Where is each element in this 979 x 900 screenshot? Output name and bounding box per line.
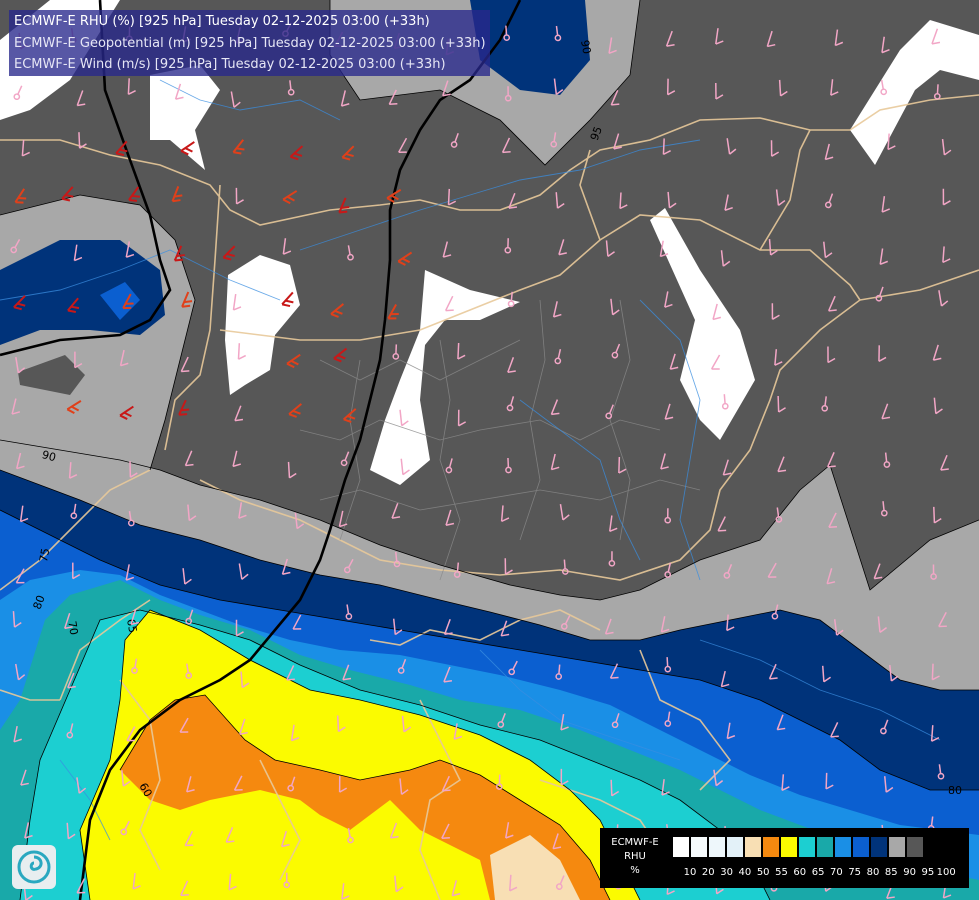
legend-color-scale xyxy=(672,836,924,858)
contour-label: 90 xyxy=(578,39,593,55)
legend-tick-label: 100 xyxy=(936,867,956,878)
ecmwf-logo-icon xyxy=(12,845,56,889)
legend-swatch xyxy=(708,836,726,858)
contour-label: 75 xyxy=(37,547,52,563)
title-rhu: ECMWF-E RHU (%) [925 hPa] Tuesday 02-12-… xyxy=(14,14,430,29)
legend-swatch xyxy=(672,836,690,858)
legend-swatch xyxy=(690,836,708,858)
legend-tick-labels: 10 20 30 40 50 55 60 65 70 75 80 85 90 95 100 xyxy=(672,867,968,879)
legend-swatch xyxy=(762,836,780,858)
legend-swatch xyxy=(834,836,852,858)
legend-swatch xyxy=(798,836,816,858)
legend-swatch xyxy=(780,836,798,858)
legend-swatch xyxy=(816,836,834,858)
legend-swatch xyxy=(870,836,888,858)
title-geopotential: ECMWF-E Geopotential (m) [925 hPa] Tuesd… xyxy=(14,35,486,51)
rhu-legend: ECMWF-E RHU % 10 20 30 40 50 55 60 65 70 75 80 85 90… xyxy=(600,828,969,888)
contour-label: 80 xyxy=(948,784,962,797)
legend-title: ECMWF-E RHU % xyxy=(600,836,670,878)
legend-title-line: ECMWF-E xyxy=(611,837,659,848)
legend-swatch xyxy=(726,836,744,858)
legend-swatch xyxy=(744,836,762,858)
legend-swatch xyxy=(888,836,906,858)
legend-swatch xyxy=(906,836,924,858)
map-title-panel: ECMWF-E RHU (%) [925 hPa] Tuesday 02-12-… xyxy=(9,10,490,76)
legend-title-line: % xyxy=(630,865,640,876)
title-wind: ECMWF-E Wind (m/s) [925 hPa] Tuesday 02-… xyxy=(14,57,446,72)
legend-swatch xyxy=(852,836,870,858)
legend-title-line: RHU xyxy=(624,851,646,862)
map-canvas: 60 65 70 75 80 80 90 95 90 xyxy=(0,0,979,900)
